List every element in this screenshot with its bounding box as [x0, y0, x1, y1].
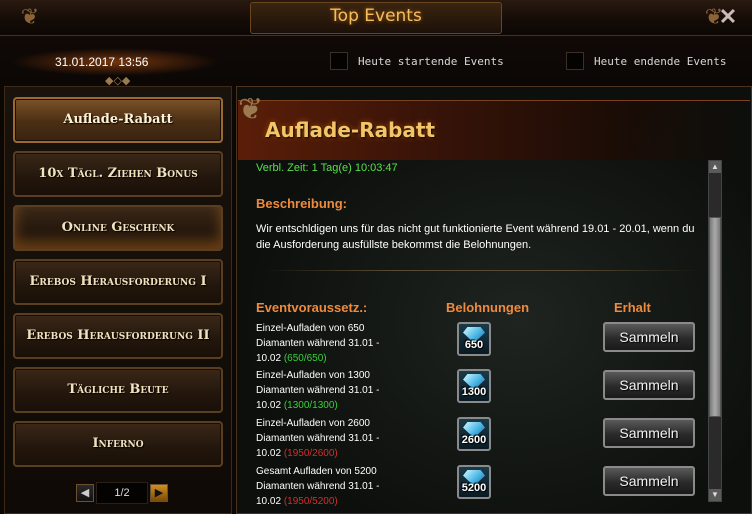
- window-title: Top Events: [330, 6, 422, 26]
- collect-button-2[interactable]: Sammeln: [603, 370, 695, 400]
- close-icon: ✕: [718, 4, 738, 29]
- reward-slot-4[interactable]: 5200: [457, 465, 491, 499]
- requirement-text: Einzel-Aufladen von 650: [256, 323, 365, 334]
- arrow-up-icon: ▲: [711, 162, 719, 171]
- reward-amount: 5200: [461, 482, 487, 494]
- remaining-time: Verbl. Zeit: 1 Tag(e) 10:03:47: [256, 162, 398, 174]
- requirement-text: Diamanten während 31.01 -: [256, 385, 380, 396]
- pager-next-button[interactable]: ▶: [150, 484, 168, 502]
- corner-ornament-left: ❦: [20, 4, 40, 29]
- filter-label-starting: Heute startende Events: [358, 55, 504, 68]
- reward-slot-3[interactable]: 2600: [457, 417, 491, 451]
- requirement-text: 10.02: [256, 496, 282, 507]
- sidebar-item-erebos-2[interactable]: Erebos Herausforderung II: [13, 313, 223, 359]
- sidebar-item-online-geschenk[interactable]: Online Geschenk: [13, 205, 223, 251]
- requirement-row-3: Einzel-Aufladen von 2600 Diamanten währe…: [256, 416, 436, 461]
- progress-text: (650/650): [283, 353, 327, 364]
- progress-text: (1300/1300): [283, 400, 338, 411]
- reward-slot-2[interactable]: 1300: [457, 369, 491, 403]
- close-button[interactable]: ✕: [716, 5, 740, 29]
- requirement-text: 10.02: [256, 448, 282, 459]
- arrow-down-icon: ▼: [711, 490, 719, 499]
- pager-indicator: 1/2: [96, 482, 148, 504]
- sidebar-item-taegl-ziehen-bonus[interactable]: 10x Tägl. Ziehen Bonus: [13, 151, 223, 197]
- filter-label-ending: Heute endende Events: [594, 55, 727, 68]
- requirement-text: 10.02: [256, 400, 282, 411]
- requirement-text: 10.02: [256, 353, 282, 364]
- server-datetime: 31.01.2017 13:56: [55, 55, 149, 69]
- requirement-text: Einzel-Aufladen von 2600: [256, 418, 370, 429]
- arrow-left-icon: ◀: [80, 487, 90, 499]
- banner-ornament: ❦: [238, 93, 264, 126]
- collect-button-4[interactable]: Sammeln: [603, 466, 695, 496]
- scroll-down-button[interactable]: ▼: [709, 489, 721, 501]
- section-divider: [262, 270, 698, 271]
- scroll-up-button[interactable]: ▲: [709, 161, 721, 173]
- requirement-row-2: Einzel-Aufladen von 1300 Diamanten währe…: [256, 368, 436, 413]
- content-scrollbar[interactable]: ▲ ▼: [708, 160, 722, 502]
- pager-prev-button[interactable]: ◀: [76, 484, 94, 502]
- scroll-thumb[interactable]: [709, 217, 721, 417]
- progress-text: (1950/2600): [283, 448, 338, 459]
- sidebar-item-erebos-1[interactable]: Erebos Herausforderung I: [13, 259, 223, 305]
- event-sidebar: Auflade-Rabatt 10x Tägl. Ziehen Bonus On…: [4, 86, 232, 514]
- sidebar-item-inferno[interactable]: Inferno: [13, 421, 223, 467]
- event-description: Wir entschldigen uns für das nicht gut f…: [256, 223, 695, 251]
- reward-amount: 2600: [461, 434, 487, 446]
- sidebar-item-auflade-rabatt[interactable]: Auflade-Rabatt: [13, 97, 223, 143]
- requirement-text: Diamanten während 31.01 -: [256, 481, 380, 492]
- requirement-text: Gesamt Aufladen von 5200: [256, 466, 377, 477]
- sidebar-item-taegliche-beute[interactable]: Tägliche Beute: [13, 367, 223, 413]
- collect-button-1[interactable]: Sammeln: [603, 322, 695, 352]
- reward-amount: 1300: [461, 386, 487, 398]
- column-header-requirement: Eventvoraussetz.:: [256, 300, 368, 315]
- reward-slot-1[interactable]: 650: [457, 322, 491, 356]
- filter-checkbox-starting[interactable]: [330, 52, 348, 70]
- filter-checkbox-ending[interactable]: [566, 52, 584, 70]
- column-header-receive: Erhalt: [614, 300, 651, 315]
- requirement-row-4: Gesamt Aufladen von 5200 Diamanten währe…: [256, 464, 436, 509]
- progress-text: (1950/5200): [283, 496, 338, 507]
- event-title: Auflade-Rabatt: [265, 118, 436, 142]
- requirement-text: Einzel-Aufladen von 1300: [256, 370, 370, 381]
- collect-button-3[interactable]: Sammeln: [603, 418, 695, 448]
- column-header-reward: Belohnungen: [446, 300, 530, 315]
- description-heading: Beschreibung:: [256, 196, 348, 211]
- requirement-text: Diamanten während 31.01 -: [256, 338, 380, 349]
- requirement-text: Diamanten während 31.01 -: [256, 433, 380, 444]
- requirement-row-1: Einzel-Aufladen von 650 Diamanten währen…: [256, 321, 436, 366]
- reward-amount: 650: [464, 339, 484, 351]
- arrow-right-icon: ▶: [154, 487, 164, 499]
